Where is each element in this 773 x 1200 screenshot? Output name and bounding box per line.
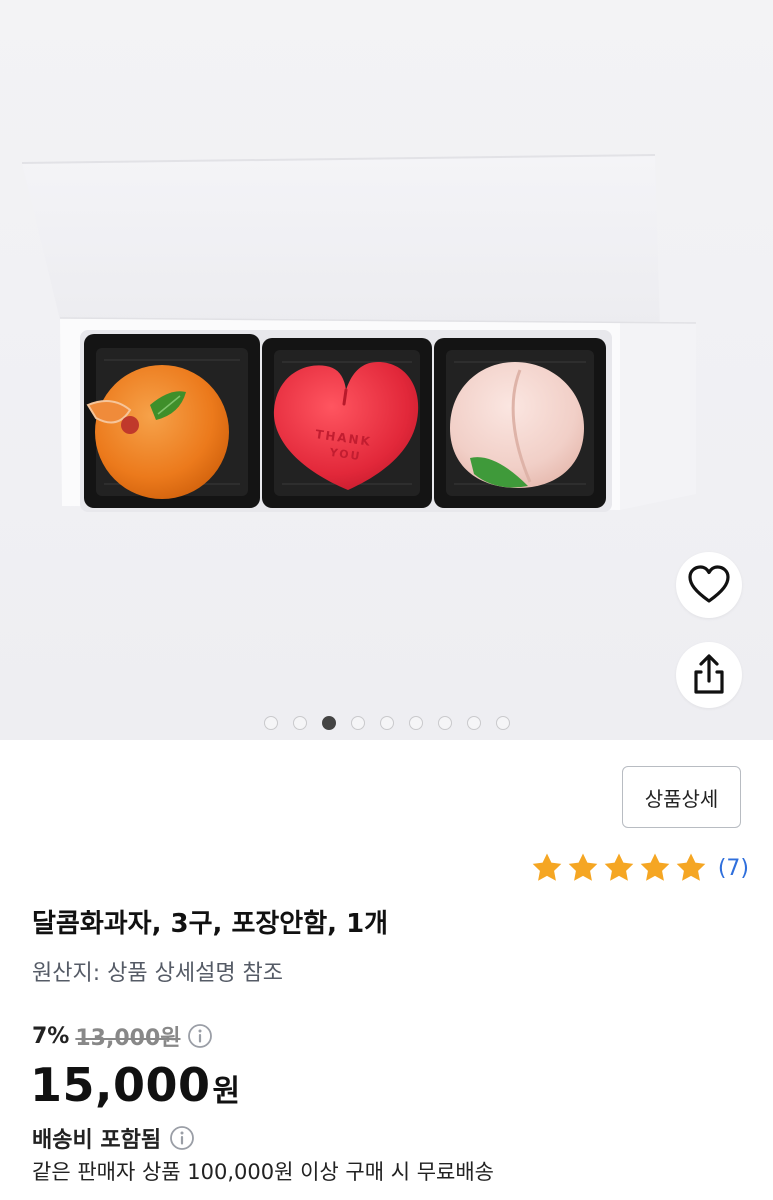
price-unit: 원 [212, 1074, 241, 1109]
carousel-dot[interactable] [350, 716, 365, 730]
review-count-link[interactable]: (7) [718, 856, 749, 881]
price-amount: 15,000 [30, 1058, 211, 1112]
sale-price: 15,000 원 [30, 1058, 240, 1112]
info-icon[interactable] [169, 1125, 195, 1151]
star-icon [676, 853, 706, 881]
carousel-indicator [0, 716, 773, 732]
star-icon [640, 853, 670, 881]
product-detail-button[interactable]: 상품상세 [622, 766, 741, 828]
shipping-info: 배송비 포함됨 [32, 1122, 195, 1154]
star-icon [604, 853, 634, 881]
product-origin: 원산지: 상품 상세설명 참조 [32, 961, 284, 986]
carousel-dot[interactable] [408, 716, 423, 730]
original-price: 13,000원 [75, 1026, 181, 1051]
product-photo: THANK YOU [21, 154, 697, 512]
carousel-dot[interactable] [495, 716, 510, 730]
carousel-dot-active[interactable] [321, 716, 336, 730]
shipping-label: 배송비 포함됨 [32, 1128, 162, 1153]
product-image[interactable]: THANK YOU [0, 0, 773, 740]
info-icon[interactable] [187, 1023, 213, 1049]
rating-summary[interactable]: (7) [530, 848, 749, 888]
product-title: 달콤화과자, 3구, 포장안함, 1개 [32, 909, 389, 939]
carousel-dot[interactable] [466, 716, 481, 730]
discount-rate: 7% [32, 1023, 70, 1049]
discount-row: 7% 13,000원 [32, 1020, 213, 1052]
carousel-dot[interactable] [292, 716, 307, 730]
heart-outline-icon [688, 565, 730, 603]
carousel-dot[interactable] [379, 716, 394, 730]
wishlist-button[interactable] [676, 552, 742, 618]
star-icon [532, 853, 562, 881]
share-button[interactable] [676, 642, 742, 708]
carousel-dot[interactable] [263, 716, 278, 730]
free-shipping-note: 같은 판매자 상품 100,000원 이상 구매 시 무료배송 [32, 1160, 495, 1184]
carousel-dot[interactable] [437, 716, 452, 730]
share-icon [694, 654, 724, 694]
star-icon [568, 853, 598, 881]
